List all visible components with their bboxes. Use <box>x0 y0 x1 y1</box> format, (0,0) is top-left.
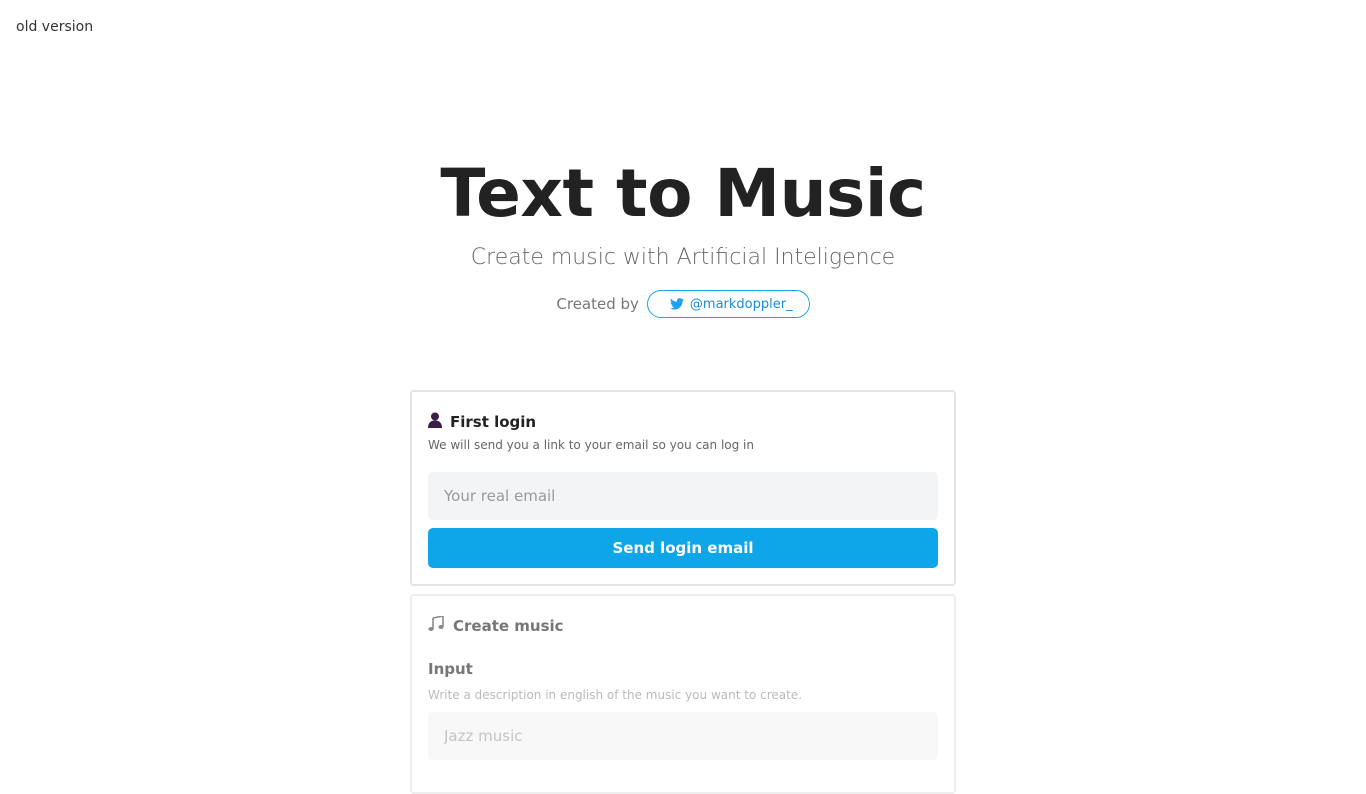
create-music-card: Create music Input Write a description i… <box>410 594 956 794</box>
old-version-link[interactable]: old version <box>16 19 93 35</box>
twitter-handle-label: @markdoppler_ <box>689 296 793 312</box>
music-card-title: Create music <box>453 617 564 635</box>
created-by-label: Created by <box>556 295 639 313</box>
twitter-profile-button[interactable]: @markdoppler_ <box>646 290 810 318</box>
music-input-label: Input <box>428 660 473 678</box>
music-notes-icon <box>428 615 445 636</box>
login-card-description: We will send you a link to your email so… <box>428 438 754 452</box>
login-card-title: First login <box>450 413 537 431</box>
login-card: First login We will send you a link to y… <box>410 390 956 586</box>
music-input-help: Write a description in english of the mu… <box>428 688 803 702</box>
page-title: Text to Music <box>440 155 926 232</box>
twitter-bird-icon <box>669 298 684 310</box>
login-card-header: First login <box>428 412 536 432</box>
hero-section: Text to Music Create music with Artifici… <box>0 150 1366 318</box>
page-subtitle: Create music with Artificial Inteligence <box>470 245 896 270</box>
email-input[interactable] <box>428 472 938 520</box>
music-card-header: Create music <box>428 615 564 636</box>
user-icon <box>428 412 442 432</box>
music-description-input[interactable] <box>428 712 938 760</box>
send-login-email-button[interactable]: Send login email <box>428 528 938 568</box>
created-by-row: Created by @markdoppler_ <box>0 290 1366 318</box>
